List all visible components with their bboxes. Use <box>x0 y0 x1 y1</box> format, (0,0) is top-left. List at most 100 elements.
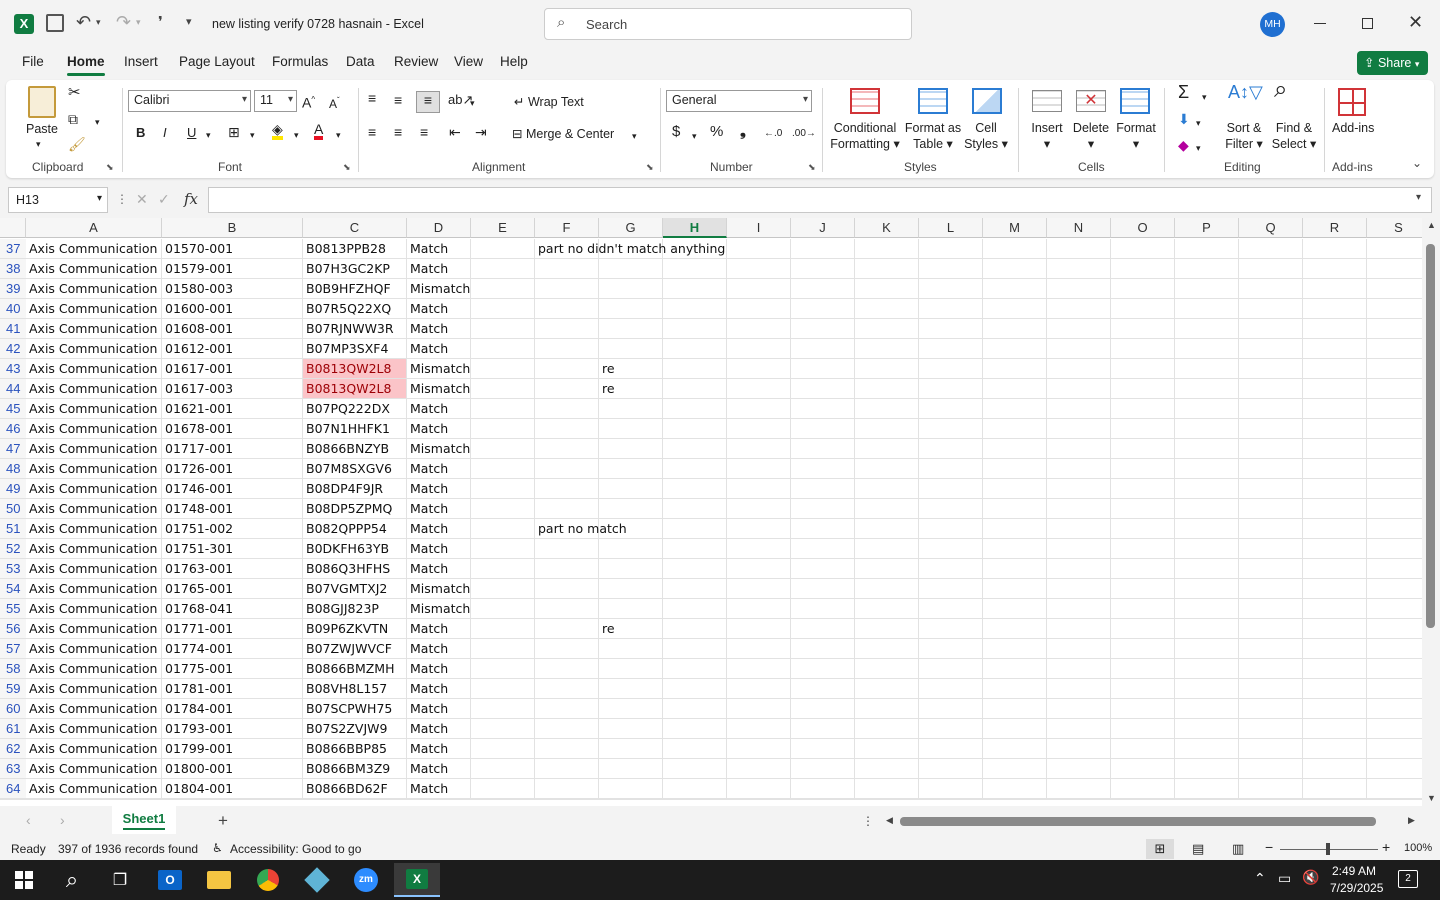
cell-h[interactable] <box>663 699 727 719</box>
cell-m[interactable] <box>983 479 1047 499</box>
cell-j[interactable] <box>791 599 855 619</box>
clear-icon[interactable]: ◆ <box>1178 137 1189 153</box>
cell-g[interactable] <box>599 699 663 719</box>
cell-r[interactable] <box>1303 439 1367 459</box>
cell-m[interactable] <box>983 639 1047 659</box>
cell-g[interactable] <box>599 599 663 619</box>
cell-h[interactable] <box>663 479 727 499</box>
alignment-launcher-icon[interactable]: ⬊ <box>646 162 654 173</box>
cell-j[interactable] <box>791 679 855 699</box>
underline-button[interactable]: U <box>187 125 196 141</box>
excel-taskbar-icon[interactable]: X <box>394 863 440 897</box>
cell-f[interactable] <box>535 719 599 739</box>
cell-r[interactable] <box>1303 299 1367 319</box>
cell-d[interactable]: Match <box>407 419 471 439</box>
cell-f[interactable] <box>535 679 599 699</box>
cell-l[interactable] <box>919 679 983 699</box>
cell-o[interactable] <box>1111 459 1175 479</box>
increase-font-icon[interactable]: A^ <box>302 92 315 111</box>
column-header-p[interactable]: P <box>1175 218 1239 238</box>
cell-r[interactable] <box>1303 259 1367 279</box>
cell-q[interactable] <box>1239 559 1303 579</box>
cell-n[interactable] <box>1047 579 1111 599</box>
cell-p[interactable] <box>1175 339 1239 359</box>
cell-o[interactable] <box>1111 659 1175 679</box>
cell-j[interactable] <box>791 739 855 759</box>
cell-m[interactable] <box>983 539 1047 559</box>
decrease-decimal-icon[interactable]: .00→ <box>792 126 816 142</box>
cell-l[interactable] <box>919 579 983 599</box>
cell-k[interactable] <box>855 439 919 459</box>
cell-s[interactable] <box>1367 259 1422 279</box>
cell-d[interactable]: Mismatch <box>407 439 471 459</box>
search-box[interactable]: ⌕ Search <box>544 8 912 40</box>
cell-n[interactable] <box>1047 399 1111 419</box>
cell-i[interactable] <box>727 659 791 679</box>
cell-d[interactable]: Match <box>407 519 471 539</box>
cell-h[interactable] <box>663 279 727 299</box>
cell-a[interactable]: Axis Communication <box>26 279 162 299</box>
cell-f[interactable] <box>535 419 599 439</box>
cell-j[interactable] <box>791 539 855 559</box>
sort-filter-icon[interactable]: A↕▽ <box>1228 83 1263 101</box>
zoom-app-icon[interactable]: zm <box>348 866 384 894</box>
row-header[interactable]: 52 <box>0 539 26 559</box>
cell-r[interactable] <box>1303 539 1367 559</box>
cell-f[interactable] <box>535 559 599 579</box>
cell-a[interactable]: Axis Communication <box>26 239 162 259</box>
cell-h[interactable] <box>663 659 727 679</box>
cell-i[interactable] <box>727 579 791 599</box>
cell-m[interactable] <box>983 759 1047 779</box>
cell-b[interactable]: 01621-001 <box>162 399 303 419</box>
cell-a[interactable]: Axis Communication <box>26 339 162 359</box>
cell-r[interactable] <box>1303 479 1367 499</box>
format-as-table-icon[interactable] <box>918 88 948 114</box>
cell-q[interactable] <box>1239 579 1303 599</box>
status-accessibility[interactable]: Accessibility: Good to go <box>230 842 361 856</box>
cell-o[interactable] <box>1111 719 1175 739</box>
cut-icon[interactable]: ✂ <box>68 85 81 101</box>
cell-c[interactable]: B07MP3SXF4 <box>303 339 407 359</box>
cell-o[interactable] <box>1111 479 1175 499</box>
cell-n[interactable] <box>1047 639 1111 659</box>
find-select-button[interactable]: Find & Select ▾ <box>1270 120 1318 152</box>
cell-r[interactable] <box>1303 359 1367 379</box>
cell-b[interactable]: 01580-003 <box>162 279 303 299</box>
cell-styles-icon[interactable] <box>972 88 1002 114</box>
cell-f[interactable] <box>535 259 599 279</box>
cell-g[interactable] <box>599 459 663 479</box>
column-header-j[interactable]: J <box>791 218 855 238</box>
cell-k[interactable] <box>855 319 919 339</box>
cell-d[interactable]: Mismatch <box>407 359 471 379</box>
normal-view-icon[interactable]: ⊞ <box>1146 839 1174 859</box>
cell-n[interactable] <box>1047 259 1111 279</box>
cell-d[interactable]: Match <box>407 719 471 739</box>
cell-s[interactable] <box>1367 639 1422 659</box>
cell-r[interactable] <box>1303 579 1367 599</box>
add-ins-button[interactable]: Add-ins <box>1332 120 1374 136</box>
cell-h[interactable] <box>663 519 727 539</box>
cell-o[interactable] <box>1111 539 1175 559</box>
cell-s[interactable] <box>1367 539 1422 559</box>
cell-d[interactable]: Mismatch <box>407 579 471 599</box>
row-header[interactable]: 39 <box>0 279 26 299</box>
cell-l[interactable] <box>919 239 983 259</box>
cell-b[interactable]: 01793-001 <box>162 719 303 739</box>
cell-i[interactable] <box>727 279 791 299</box>
cell-s[interactable] <box>1367 239 1422 259</box>
cell-r[interactable] <box>1303 599 1367 619</box>
cell-j[interactable] <box>791 399 855 419</box>
cell-h[interactable] <box>663 399 727 419</box>
cell-f[interactable] <box>535 359 599 379</box>
add-sheet-icon[interactable]: + <box>218 811 228 831</box>
cell-p[interactable] <box>1175 639 1239 659</box>
cell-g[interactable] <box>599 579 663 599</box>
cell-o[interactable] <box>1111 759 1175 779</box>
vertical-scrollbar[interactable]: ▲ ▼ <box>1422 218 1440 806</box>
redo-dropdown-icon[interactable]: ▾ <box>136 17 141 28</box>
cell-g[interactable] <box>599 299 663 319</box>
font-color-dropdown-icon[interactable]: ▾ <box>336 127 341 143</box>
cell-o[interactable] <box>1111 619 1175 639</box>
chrome-icon[interactable] <box>250 866 286 894</box>
cell-b[interactable]: 01804-001 <box>162 779 303 799</box>
